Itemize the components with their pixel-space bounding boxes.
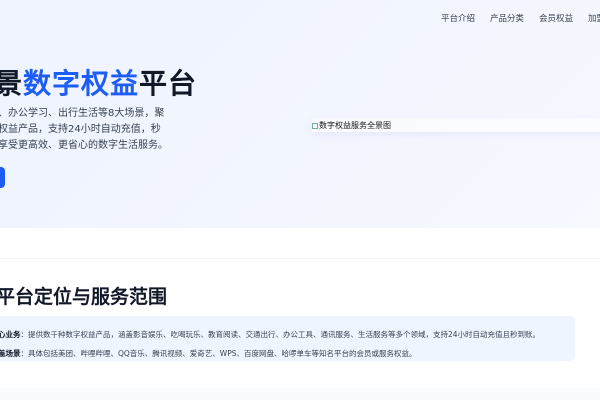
info-text: ：具体包括美团、哔哩哔哩、QQ音乐、腾讯视频、爱奇艺、WPS、百度网盘、哈啰单车…	[20, 349, 417, 358]
image-alt-text: 数字权益服务全景图	[319, 121, 391, 130]
title-suffix: 平台	[139, 67, 198, 100]
divider	[0, 258, 600, 259]
nav-item-member-benefits[interactable]: 会员权益	[539, 12, 573, 24]
title-prefix: 景	[0, 67, 24, 100]
info-box: 心业务：提供数千种数字权益产品，涵盖影音娱乐、吃喝玩乐、教育阅读、交通出行、办公…	[0, 316, 575, 361]
hero-image: 数字权益服务全景图	[312, 118, 600, 132]
nav-item-platform-intro[interactable]: 平台介绍	[441, 12, 475, 24]
info-label: 盖场景	[0, 349, 21, 358]
hero-description: 、办公学习、出行生活等8大场景，聚 权益产品，支持24小时自动充值，秒 享受更高…	[0, 106, 168, 154]
next-section	[0, 388, 600, 400]
broken-image-icon	[312, 122, 318, 129]
description-line: 权益产品，支持24小时自动充值，秒	[0, 124, 161, 135]
nav-item-product-categories[interactable]: 产品分类	[490, 12, 524, 24]
hero-title: 景数字权益平台	[0, 62, 197, 102]
nav-item-join[interactable]: 加盟	[588, 12, 600, 24]
info-label: 心业务	[0, 330, 21, 339]
description-line: 、办公学习、出行生活等8大场景，聚	[0, 108, 165, 119]
info-row: 盖场景：具体包括美团、哔哩哔哩、QQ音乐、腾讯视频、爱奇艺、WPS、百度网盘、哈…	[0, 344, 575, 363]
cta-button[interactable]	[0, 167, 5, 188]
description-line: 享受更高效、更省心的数字生活服务。	[0, 140, 168, 151]
info-row: 心业务：提供数千种数字权益产品，涵盖影音娱乐、吃喝玩乐、教育阅读、交通出行、办公…	[0, 325, 575, 344]
section-heading: 平台定位与服务范围	[0, 286, 168, 308]
info-text: ：提供数千种数字权益产品，涵盖影音娱乐、吃喝玩乐、教育阅读、交通出行、办公工具、…	[20, 330, 541, 339]
hero-section: 平台介绍 产品分类 会员权益 加盟 景数字权益平台 、办公学习、出行生活等8大场…	[0, 0, 600, 228]
title-highlight: 数字权益	[23, 67, 140, 100]
top-nav: 平台介绍 产品分类 会员权益 加盟	[441, 12, 600, 24]
